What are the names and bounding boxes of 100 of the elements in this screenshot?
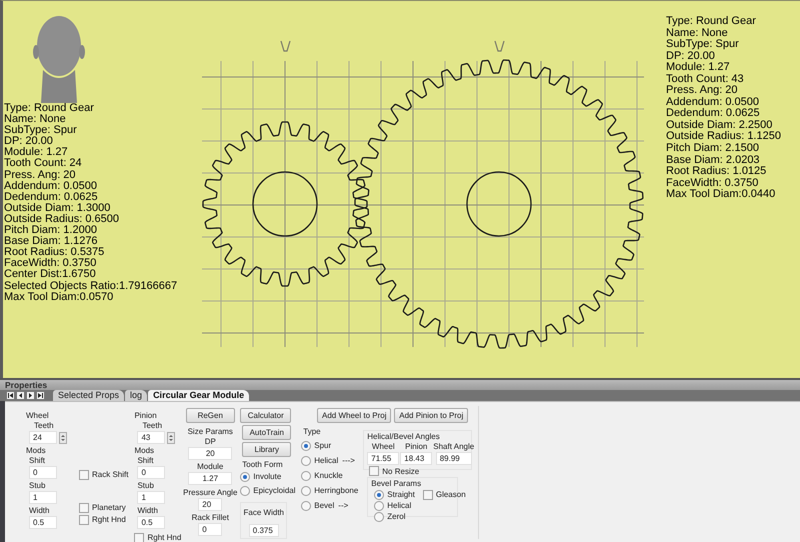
field-label: Teeth — [34, 421, 54, 431]
column-label: Wheel — [372, 442, 395, 452]
button[interactable]: AutoTrain — [242, 425, 292, 440]
width-field[interactable]: 0.5 — [137, 516, 166, 529]
property-line: Name: None — [666, 28, 729, 39]
section-label: Type — [303, 427, 321, 437]
section-label: Wheel — [26, 411, 49, 421]
arrow-label: --> — [338, 500, 348, 510]
v-marker-icon — [494, 40, 505, 52]
radio-button[interactable]: Helical — [301, 455, 338, 466]
first-page-icon[interactable] — [6, 391, 15, 400]
property-line: Max Tool Diam:0.0570 — [4, 292, 114, 303]
radio-button[interactable]: Spur — [301, 440, 332, 451]
property-line: Base Diam: 1.1276 — [4, 236, 98, 248]
checkbox[interactable]: Planetary — [79, 502, 126, 513]
section-label: Helical/Bevel Angles — [367, 432, 440, 442]
field-label: Shift — [137, 456, 154, 466]
property-line: Addendum: 0.0500 — [4, 180, 98, 192]
tab[interactable]: Circular Gear Module — [148, 390, 250, 401]
shift-field[interactable]: 0 — [137, 466, 166, 479]
angle-field[interactable]: 89.99 — [436, 452, 472, 465]
checkbox[interactable]: Rack Shift — [79, 469, 128, 480]
section-label: Bevel Params — [371, 479, 422, 489]
checkbox[interactable]: Rght Hnd — [79, 514, 126, 525]
face-width-field[interactable]: 0.375 — [248, 524, 279, 537]
spinner-icon[interactable] — [167, 432, 176, 444]
field-label: Stub — [137, 481, 154, 491]
property-line: FaceWidth: 0.3750 — [4, 258, 98, 270]
checkbox[interactable]: Rght Hnd — [134, 532, 182, 542]
tab[interactable]: Selected Props — [53, 390, 124, 401]
button[interactable]: Add Pinion to Proj — [394, 408, 468, 423]
radio-button[interactable]: Herringbone — [301, 485, 358, 496]
property-line: Dedendum: 0.0625 — [4, 192, 99, 203]
property-line: Max Tool Diam:0.0440 — [666, 189, 776, 201]
field-label: Width — [137, 506, 158, 516]
tab[interactable]: log — [125, 390, 148, 401]
property-line: FaceWidth: 0.3750 — [666, 178, 760, 189]
arrow-label: ---> — [342, 456, 355, 466]
field-label: Module — [197, 462, 224, 472]
angle-field[interactable]: 71.55 — [367, 452, 400, 465]
radio-button[interactable]: Knuckle — [301, 470, 343, 481]
property-line: Addendum: 0.0500 — [666, 96, 760, 108]
v-marker-icon — [280, 40, 291, 52]
property-line: Outside Diam: 1.3000 — [4, 202, 112, 214]
dp-field[interactable]: 20 — [188, 447, 232, 460]
teeth-field[interactable]: 43 — [137, 431, 166, 444]
property-line: Outside Radius: 0.6500 — [4, 214, 120, 225]
module-field[interactable]: 1.27 — [188, 472, 232, 485]
section-label: Pinion — [134, 411, 157, 421]
field-label: Face Width — [244, 508, 284, 518]
property-line: Press. Ang: 20 — [666, 85, 739, 97]
radio-button[interactable]: Bevel — [301, 500, 334, 511]
button[interactable]: Add Wheel to Proj — [317, 408, 392, 423]
column-label: Shaft Angle — [433, 442, 474, 452]
panel-title: Properties — [0, 380, 800, 390]
property-line: Center Dist:1.6750 — [4, 269, 97, 280]
checkbox[interactable]: Gleason — [422, 489, 466, 500]
property-line: Pitch Diam: 2.1500 — [666, 143, 760, 155]
property-line: Selected Objects Ratio:1.79166667 — [4, 280, 178, 292]
property-line: SubType: Spur — [4, 125, 78, 136]
radio-button[interactable]: Zerol — [374, 511, 406, 522]
checkbox[interactable]: No Resize — [369, 466, 420, 476]
rack-fillet-field[interactable]: 0 — [198, 523, 222, 536]
radio-button[interactable]: Epicycloidal — [240, 485, 296, 496]
property-line: Outside Diam: 2.2500 — [666, 120, 774, 131]
property-line: Module: 1.27 — [666, 62, 731, 74]
previous-icon[interactable] — [16, 391, 25, 400]
teeth-field[interactable]: 24 — [29, 431, 57, 444]
property-line: Pitch Diam: 1.2000 — [4, 225, 98, 236]
spinner-icon[interactable] — [59, 432, 67, 444]
property-line: Type: Round Gear — [4, 103, 95, 114]
radio-button[interactable]: Involute — [240, 471, 282, 482]
button[interactable]: ReGen — [186, 408, 235, 423]
property-line: DP: 20.00 — [666, 50, 716, 62]
radio-button[interactable]: Helical — [374, 500, 412, 511]
shift-field[interactable]: 0 — [29, 466, 57, 479]
property-line: Base Diam: 2.0203 — [666, 154, 761, 166]
property-line: Tooth Count: 24 — [4, 158, 83, 170]
stub-field[interactable]: 1 — [137, 491, 166, 504]
property-line: Tooth Count: 43 — [666, 74, 745, 85]
button[interactable]: Calculator — [240, 408, 292, 423]
button[interactable]: Library — [242, 442, 292, 457]
angle-field[interactable]: 18.43 — [400, 452, 432, 465]
field-label: Stub — [29, 481, 46, 491]
radio-button[interactable]: Straight — [374, 489, 415, 500]
field-label: Width — [29, 506, 50, 516]
field-label: DP — [204, 437, 216, 447]
property-line: Type: Round Gear — [666, 16, 757, 28]
field-label: Rack Fillet — [192, 513, 229, 523]
pressure-angle-field[interactable]: 20 — [198, 498, 222, 511]
stub-field[interactable]: 1 — [29, 491, 57, 504]
property-line: Outside Radius: 1.1250 — [666, 131, 781, 143]
property-line: Press. Ang: 20 — [4, 170, 77, 181]
section-label: Size Params — [188, 427, 233, 437]
next-icon[interactable] — [26, 391, 35, 400]
field-label: Shift — [29, 456, 46, 466]
property-line: DP: 20.00 — [4, 136, 53, 148]
field-label: Teeth — [142, 421, 162, 431]
last-page-icon[interactable] — [36, 391, 45, 400]
width-field[interactable]: 0.5 — [29, 516, 57, 529]
